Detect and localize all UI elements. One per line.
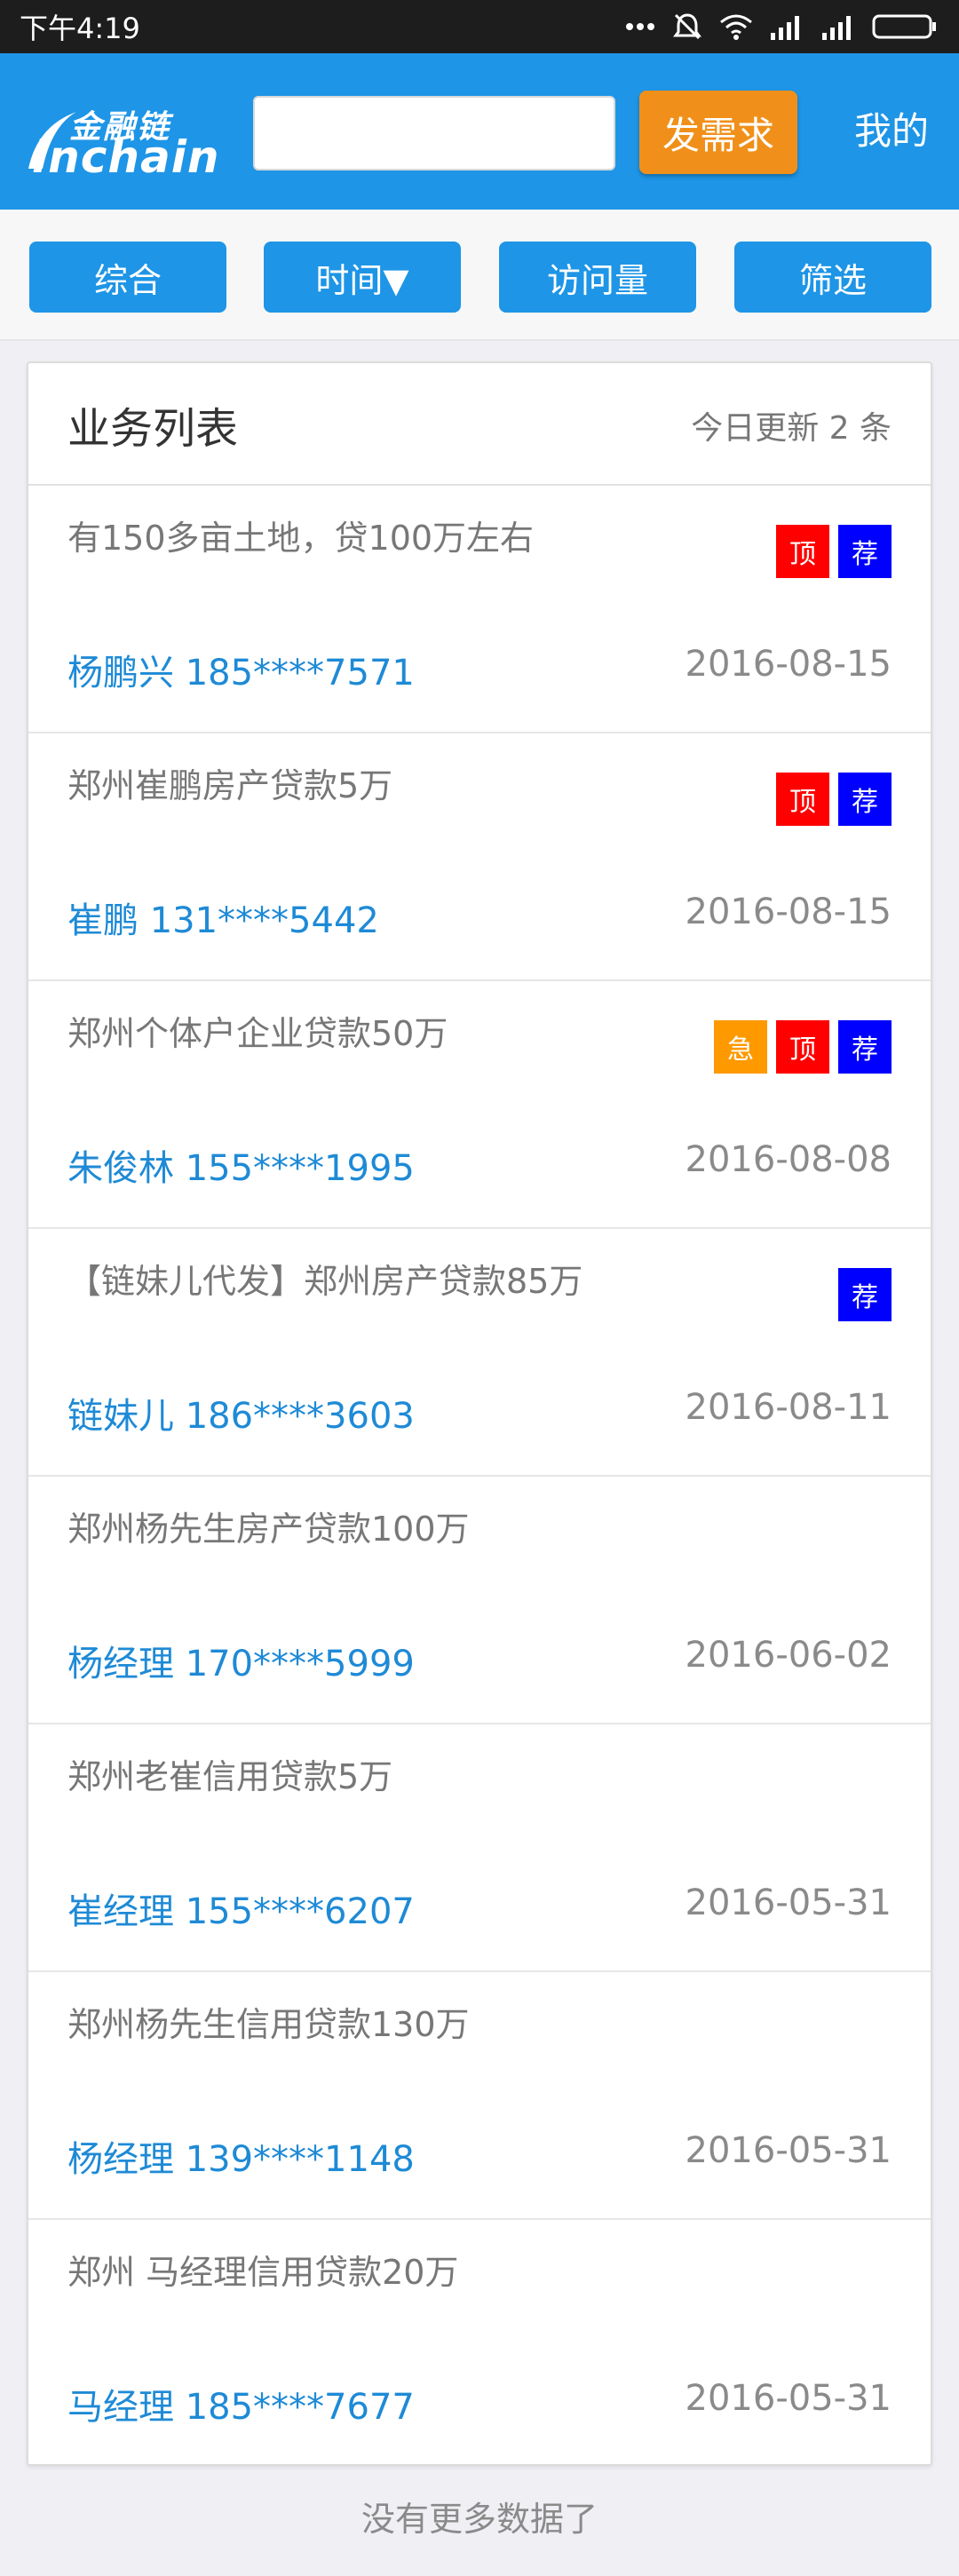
business-list-card: 业务列表 今日更新 2 条 有150多亩土地，贷100万左右 顶 荐 杨鹏兴 1… [27,361,932,2466]
recommend-badge: 荐 [838,1020,892,1074]
list-item[interactable]: 郑州杨先生房产贷款100万 杨经理 170****5999 2016-06-02 [28,1477,931,1724]
item-contact[interactable]: 马经理 185****7677 [67,2378,415,2429]
wifi-icon [720,14,752,40]
logo-english-text: inchain [32,131,220,183]
list-item[interactable]: 【链妹儿代发】郑州房产贷款85万 荐 链妹儿 186****3603 2016-… [28,1229,931,1477]
item-title: 【链妹儿代发】郑州房产贷款85万 [67,1262,583,1301]
list-item[interactable]: 郑州杨先生信用贷款130万 杨经理 139****1148 2016-05-31 [28,1972,931,2220]
item-title: 有150多亩土地，贷100万左右 [67,519,535,558]
top-badge: 顶 [776,773,829,826]
item-date: 2016-08-15 [685,892,892,932]
item-date: 2016-05-31 [685,1882,892,1923]
item-contact[interactable]: 崔鹏 131****5442 [67,892,379,943]
recommend-badge: 荐 [838,525,892,578]
search-input[interactable] [253,96,615,170]
item-title: 郑州杨先生房产贷款100万 [67,1510,470,1549]
top-badge: 顶 [776,525,829,578]
list-item[interactable]: 郑州崔鹏房产贷款5万 顶 荐 崔鹏 131****5442 2016-08-15 [28,733,931,981]
item-tags: 急 顶 荐 [714,1020,892,1074]
list-item[interactable]: 郑州老崔信用贷款5万 崔经理 155****6207 2016-05-31 [28,1724,931,1972]
update-count-text: 今日更新 2 条 [691,410,892,447]
list-item[interactable]: 郑州 马经理信用贷款20万 马经理 185****7677 2016-05-31 [28,2220,931,2468]
item-tags: 荐 [838,1268,892,1321]
item-title: 郑州杨先生信用贷款130万 [67,2005,470,2044]
item-date: 2016-06-02 [685,1635,892,1676]
battery-icon [872,14,936,39]
item-contact[interactable]: 链妹儿 186****3603 [67,1387,415,1439]
item-contact[interactable]: 杨经理 170****5999 [67,1635,415,1686]
filter-time-button[interactable]: 时间▼ [264,242,461,313]
recommend-badge: 荐 [838,773,892,826]
item-title: 郑州崔鹏房产贷款5万 [67,766,393,805]
item-tags: 顶 荐 [776,525,892,578]
list-header: 业务列表 今日更新 2 条 [28,363,931,486]
signal-icon-2 [822,16,851,40]
item-contact[interactable]: 杨经理 139****1148 [67,2130,415,2182]
item-date: 2016-05-31 [685,2130,892,2171]
filter-visits-button[interactable]: 访问量 [499,242,696,313]
inchain-logo: 金融链 inchain [25,101,229,183]
mute-alarm-icon [673,13,701,40]
signal-icon [771,16,799,40]
no-more-data-text: 没有更多数据了 [361,2500,598,2539]
item-date: 2016-05-31 [685,2378,892,2419]
mine-link[interactable]: 我的 [854,105,929,158]
item-tags: 顶 荐 [776,773,892,826]
status-bar: 下午4:19 [0,0,959,53]
top-badge: 顶 [776,1020,829,1074]
item-contact[interactable]: 杨鹏兴 185****7571 [67,644,415,695]
filter-comprehensive-button[interactable]: 综合 [29,242,226,313]
item-date: 2016-08-15 [685,644,892,685]
item-title: 郑州个体户企业贷款50万 [67,1014,448,1053]
urgent-badge: 急 [714,1020,767,1074]
item-title: 郑州老崔信用贷款5万 [67,1757,393,1796]
filter-advanced-button[interactable]: 筛选 [734,242,931,313]
filter-bar: 综合 时间▼ 访问量 筛选 [0,210,959,341]
status-time: 下午4:19 [20,12,140,45]
system-icons [625,11,938,43]
list-title: 业务列表 [67,404,239,454]
recommend-badge: 荐 [838,1268,892,1321]
item-title: 郑州 马经理信用贷款20万 [67,2253,459,2292]
item-date: 2016-08-08 [685,1139,892,1180]
item-contact[interactable]: 崔经理 155****6207 [67,1882,415,1934]
list-item[interactable]: 有150多亩土地，贷100万左右 顶 荐 杨鹏兴 185****7571 201… [28,486,931,733]
post-request-button[interactable]: 发需求 [639,91,797,174]
more-dots-icon [626,23,654,30]
list-item[interactable]: 郑州个体户企业贷款50万 急 顶 荐 朱俊林 155****1995 2016-… [28,981,931,1229]
app-header: 金融链 inchain 发需求 我的 [0,53,959,210]
item-date: 2016-08-11 [685,1387,892,1428]
item-contact[interactable]: 朱俊林 155****1995 [67,1139,415,1191]
